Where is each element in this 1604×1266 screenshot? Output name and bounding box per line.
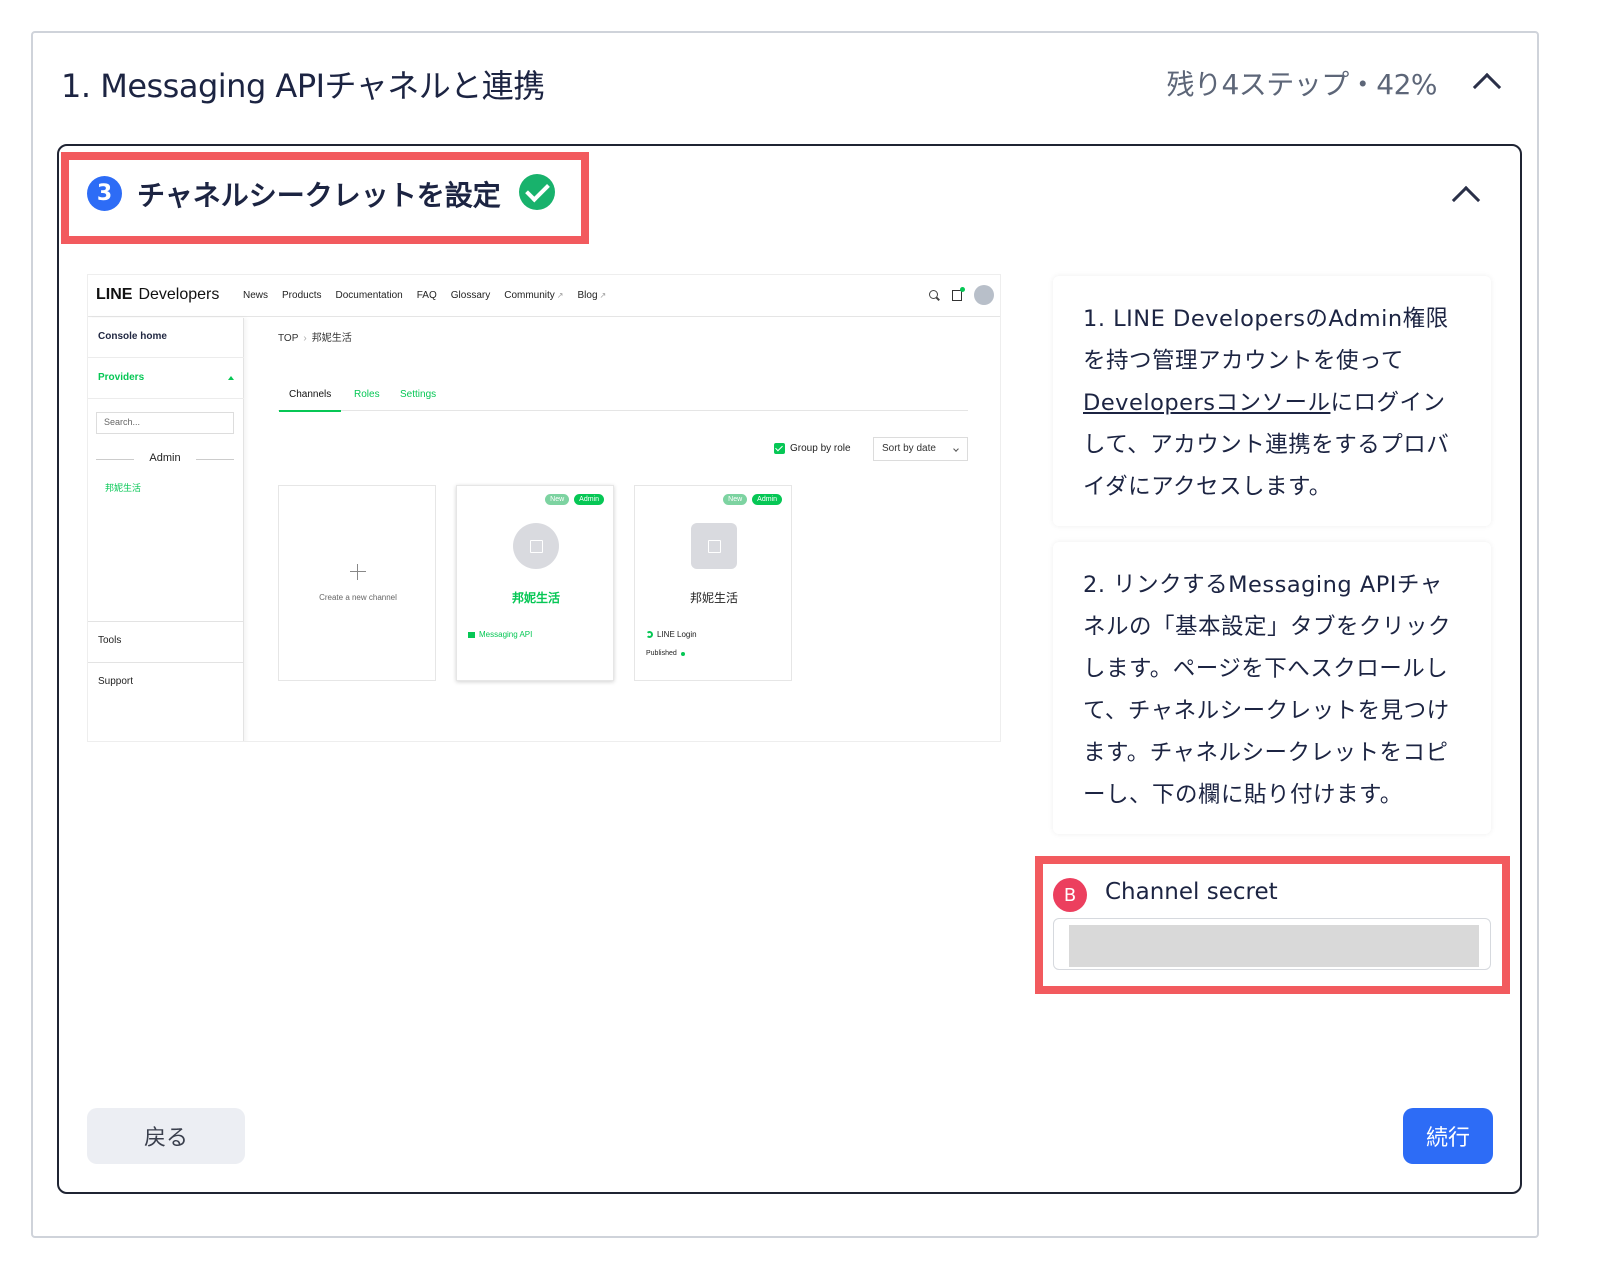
section-title: 1. Messaging APIチャネルと連携 [61,67,545,105]
instruction-step-2: 2. リンクするMessaging APIチャネルの「基本設定」タブをクリックし… [1053,542,1491,834]
console-sidebar: Console home Providers Search... Admin 邦… [88,318,244,741]
new-badge: New [723,494,748,505]
sidebar-admin-divider: Admin [96,452,234,464]
channel-name: 邦妮生活 [511,591,560,605]
console-tabs: Channels Roles Settings [278,381,968,412]
progress-status: 残り4ステップ・42% [1166,68,1437,101]
image-placeholder-icon [513,523,559,569]
step-number-badge: 3 [87,176,122,211]
channel-secret-field-wrapper [1053,918,1491,970]
caret-up-icon [228,376,234,380]
channel-secret-input[interactable] [1069,925,1479,967]
nav-faq: FAQ [416,290,437,301]
channel-card: New Admin 邦妮生活 Messaging API [456,485,614,681]
field-marker-badge: B [1053,878,1087,912]
collapse-step-chevron-up-icon[interactable] [1451,185,1481,215]
plus-icon [350,564,366,580]
create-channel-card: Create a new channel [278,485,436,681]
chat-icon [468,631,475,638]
published-status: Published [646,650,685,657]
developers-console-link[interactable]: Developersコンソール [1083,390,1330,416]
back-button[interactable]: 戻る [87,1108,245,1164]
channel-type: LINE Login [646,630,697,639]
chevron-right-icon: › [303,333,307,344]
instruction-step-1: 1. LINE DevelopersのAdmin権限を持つ管理アカウントを使って… [1053,276,1491,526]
avatar [974,285,994,305]
console-screenshot: LINE Developers News Products Documentati… [87,274,1001,742]
sidebar-item-console-home: Console home [88,318,244,358]
nav-community: Community ↗ [504,290,564,301]
step-panel: 3 チャネルシークレットを設定 LINE Developers News Prod… [57,144,1522,1194]
external-link-icon: ↗ [599,291,607,300]
sidebar-item-support: Support [88,662,244,702]
check-circle-icon [519,174,555,210]
console-navbar: LINE Developers News Products Documentati… [88,275,1000,317]
line-developers-logo: LINE Developers [96,286,220,303]
breadcrumb: TOP › 邦妮生活 [278,333,352,344]
console-nav-icons [929,285,994,305]
step-title: チャネルシークレットを設定 [137,179,501,212]
collapse-section-chevron-up-icon[interactable] [1472,72,1502,102]
tab-settings: Settings [400,389,437,400]
create-channel-label: Create a new channel [319,593,397,602]
channel-card: New Admin 邦妮生活 LINE Login Published [634,485,792,681]
channel-type: Messaging API [468,630,532,639]
login-icon [646,631,653,638]
sidebar-provider-link: 邦妮生活 [105,483,142,493]
sidebar-item-tools: Tools [88,621,244,661]
continue-button[interactable]: 続行 [1403,1108,1493,1164]
sidebar-search-input: Search... [96,412,234,434]
group-by-role-checkbox: Group by role [774,443,851,454]
tab-channels: Channels [278,389,342,412]
tab-roles: Roles [354,389,380,400]
admin-badge: Admin [752,494,782,505]
sort-select: Sort by date [873,437,968,461]
nav-blog: Blog ↗ [577,290,607,301]
nav-news: News [243,290,269,301]
channel-name: 邦妮生活 [689,591,738,605]
sidebar-item-providers: Providers [88,359,244,399]
notification-icon [952,286,965,301]
nav-glossary: Glossary [450,290,491,301]
status-dot-icon [680,651,685,656]
image-placeholder-icon [691,523,737,569]
admin-badge: Admin [574,494,604,505]
console-nav-links: News Products Documentation FAQ Glossary… [243,290,606,301]
checkbox-checked-icon [774,443,785,454]
search-icon [929,289,940,301]
external-link-icon: ↗ [556,291,564,300]
new-badge: New [545,494,570,505]
nav-products: Products [282,290,322,301]
channel-secret-label: Channel secret [1105,879,1278,905]
nav-documentation: Documentation [335,290,403,301]
